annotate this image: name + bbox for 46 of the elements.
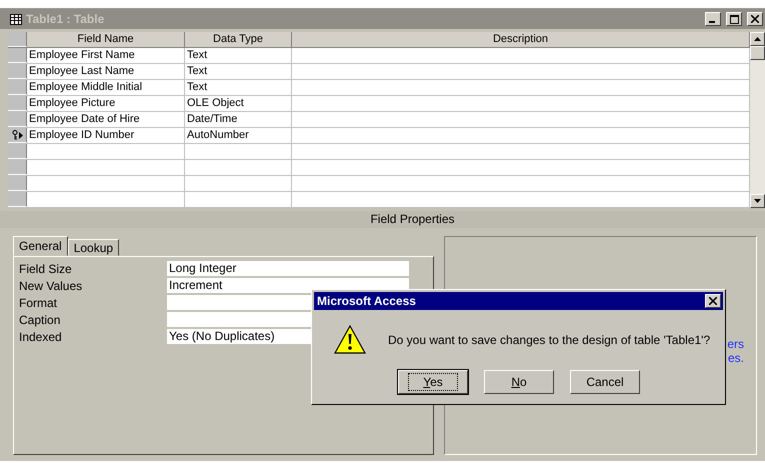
scroll-thumb[interactable]	[750, 46, 765, 60]
table-cell[interactable]: OLE Object	[185, 96, 292, 111]
table-cell[interactable]: Text	[185, 80, 292, 95]
key-icon	[12, 130, 18, 140]
down-arrow-icon	[754, 199, 761, 203]
table-icon	[10, 14, 22, 24]
property-field[interactable]: Long Integer	[167, 261, 409, 276]
column-header[interactable]: Field Name	[27, 32, 185, 47]
maximize-button[interactable]	[726, 12, 742, 26]
dialog-button[interactable]: No	[484, 370, 554, 394]
table-cell[interactable]: Employee ID Number	[27, 128, 185, 143]
close-icon	[709, 297, 717, 305]
tab[interactable]: Lookup	[68, 239, 120, 256]
help-text: ers	[727, 337, 744, 351]
property-label: Caption	[19, 312, 62, 326]
table-cell[interactable]: Employee First Name	[27, 48, 185, 63]
dialog-button[interactable]: Yes	[398, 370, 468, 394]
dialog-title: Microsoft Access	[317, 294, 416, 308]
help-text: es.	[728, 351, 744, 365]
table-cell[interactable]: Employee Last Name	[27, 64, 185, 79]
table-cell[interactable]: Text	[185, 48, 292, 63]
maximize-icon	[730, 14, 738, 24]
property-label: Format	[19, 296, 58, 310]
property-label: Indexed	[19, 330, 63, 344]
minimize-button[interactable]	[705, 12, 721, 26]
tab[interactable]: General	[13, 236, 68, 256]
window-title: Table1 : Table	[26, 12, 104, 26]
table-cell[interactable]: Text	[185, 64, 292, 79]
dialog-button[interactable]: Cancel	[570, 370, 640, 394]
section-title: Field Properties	[369, 212, 455, 226]
current-row-icon	[18, 132, 22, 138]
table-cell[interactable]: Employee Middle Initial	[27, 80, 185, 95]
close-icon	[751, 15, 759, 23]
close-button[interactable]	[747, 12, 763, 26]
table-cell[interactable]: Employee Date of Hire	[27, 112, 185, 127]
table-cell[interactable]: Date/Time	[185, 112, 292, 127]
row-selector[interactable]	[8, 128, 27, 143]
scrollbar[interactable]	[750, 32, 765, 208]
up-arrow-icon	[754, 37, 761, 41]
table-cell[interactable]: Employee Picture	[27, 96, 185, 111]
property-label: New Values	[19, 278, 84, 292]
close-button[interactable]	[705, 294, 721, 308]
property-label: Field Size	[19, 262, 73, 276]
table-cell[interactable]: AutoNumber	[185, 128, 292, 143]
column-header[interactable]: Data Type	[185, 32, 292, 47]
warning-icon	[334, 325, 366, 355]
